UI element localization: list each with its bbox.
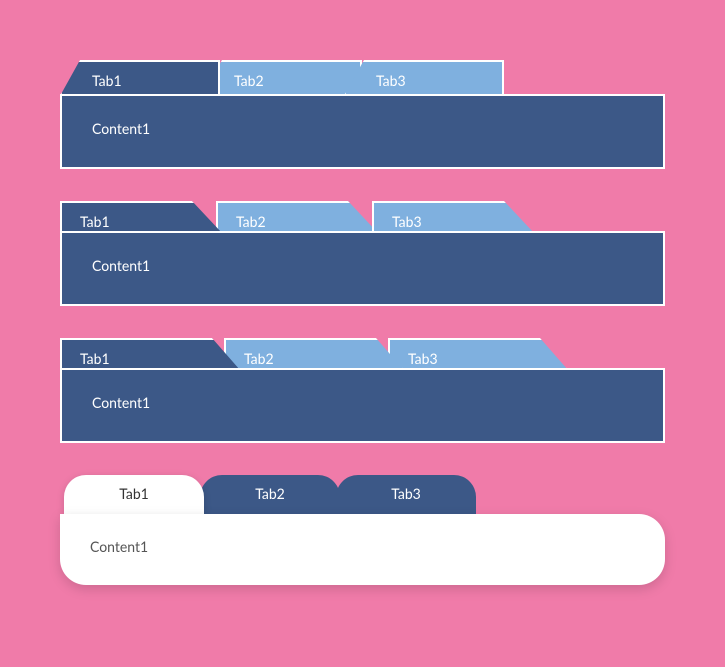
tab-label: Tab3 — [392, 213, 422, 230]
tab-content: Content1 — [60, 368, 665, 443]
tab-2[interactable]: Tab2 — [224, 338, 404, 370]
tab-1[interactable]: Tab1 — [60, 201, 222, 233]
tab-row: Tab1 Tab2 Tab3 — [64, 475, 665, 515]
tab-3[interactable]: Tab3 — [372, 201, 534, 233]
tab-content: Content1 — [60, 231, 665, 306]
tab-label: Tab3 — [391, 485, 421, 502]
tabset-skew-left: Tab1 Tab2 Tab3 Content1 — [60, 60, 665, 169]
tab-label: Tab1 — [119, 485, 149, 502]
tab-row: Tab1 Tab2 Tab3 — [60, 338, 665, 370]
tab-row: Tab1 Tab2 Tab3 — [60, 60, 665, 96]
tab-content: Content1 — [60, 514, 665, 585]
tab-label: Tab2 — [244, 350, 274, 367]
tab-3[interactable]: Tab3 — [388, 338, 568, 370]
tabset-rounded: Tab1 Tab2 Tab3 Content1 — [60, 475, 665, 585]
tab-1[interactable]: Tab1 — [60, 60, 220, 96]
tab-1[interactable]: Tab1 — [64, 475, 204, 515]
tab-label: Tab1 — [80, 213, 110, 230]
tab-label: Tab3 — [408, 350, 438, 367]
tab-label: Tab3 — [376, 72, 406, 89]
tab-3[interactable]: Tab3 — [336, 475, 476, 515]
tab-row: Tab1 Tab2 Tab3 — [60, 201, 665, 233]
tab-label: Tab2 — [234, 72, 264, 89]
tab-label: Tab2 — [255, 485, 285, 502]
tab-2[interactable]: Tab2 — [216, 201, 378, 233]
tabset-skew-right: Tab1 Tab2 Tab3 Content1 — [60, 201, 665, 306]
tabset-angled: Tab1 Tab2 Tab3 Content1 — [60, 338, 665, 443]
tab-label: Tab1 — [80, 350, 110, 367]
tab-2[interactable]: Tab2 — [202, 60, 362, 96]
tab-2[interactable]: Tab2 — [200, 475, 340, 515]
tab-label: Tab1 — [92, 72, 122, 89]
tab-1[interactable]: Tab1 — [60, 338, 240, 370]
tab-3[interactable]: Tab3 — [344, 60, 504, 96]
tab-label: Tab2 — [236, 213, 266, 230]
tab-content: Content1 — [60, 94, 665, 169]
